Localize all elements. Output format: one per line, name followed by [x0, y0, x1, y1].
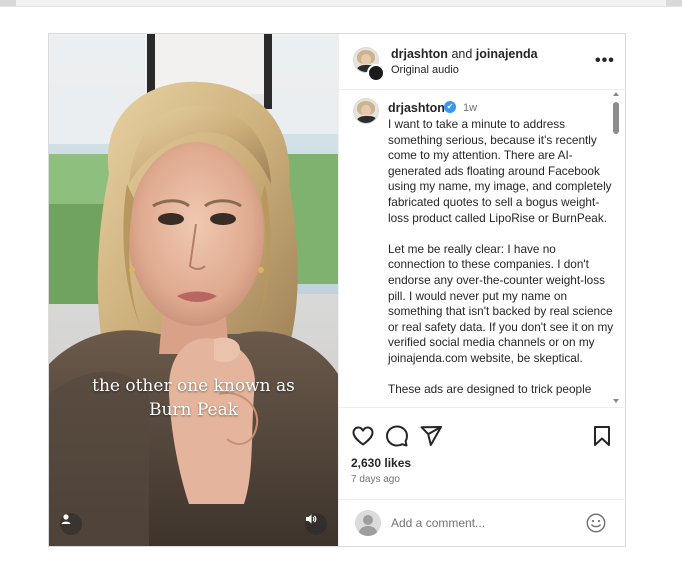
top-left-control[interactable] — [0, 0, 16, 6]
comments-scrollbar[interactable] — [610, 90, 622, 405]
original-audio-link[interactable]: Original audio — [391, 64, 459, 76]
tagged-people-button[interactable] — [60, 513, 82, 535]
more-options-button[interactable]: ••• — [595, 52, 615, 70]
comment-author-avatar[interactable] — [353, 98, 379, 124]
verified-icon: ✔ — [444, 101, 456, 113]
authors-connector: and — [451, 47, 473, 61]
collaborator-link[interactable]: joinajenda — [476, 47, 538, 61]
post-side-panel: drjashton and joinajenda Original audio … — [338, 34, 626, 546]
share-icon[interactable] — [419, 424, 443, 448]
video-frame — [49, 34, 338, 546]
comments-area[interactable]: drjashton ✔ 1w I want to take a minute t… — [339, 90, 626, 405]
mute-toggle-button[interactable] — [305, 513, 327, 535]
author-link[interactable]: drjashton — [391, 47, 448, 61]
video-caption-line-1: the other one known as — [92, 376, 295, 396]
post-authors: drjashton and joinajenda — [391, 47, 538, 61]
post-header: drjashton and joinajenda Original audio … — [339, 34, 626, 90]
collaborator-avatar[interactable] — [367, 64, 385, 82]
comment-text: I want to take a minute to address somet… — [388, 117, 616, 405]
comment-username[interactable]: drjashton — [388, 101, 445, 115]
comment-paragraph: Let me be really clear: I have no connec… — [388, 241, 614, 365]
post-actions: 2,630 likes 7 days ago — [339, 407, 626, 488]
comment-time[interactable]: 1w — [463, 102, 477, 114]
comment-paragraph: These ads are designed to trick people — [388, 382, 592, 397]
video-caption-line-2: Burn Peak — [148, 400, 239, 420]
browser-top-strip — [0, 0, 682, 7]
post-video[interactable]: the other one known as Burn Peak — [49, 34, 338, 546]
person-icon — [61, 514, 71, 524]
heart-icon[interactable] — [351, 424, 375, 448]
top-right-control[interactable] — [666, 0, 682, 6]
add-comment-input[interactable]: Add a comment... — [391, 516, 485, 530]
comment-icon[interactable] — [385, 424, 409, 448]
post-dialog: the other one known as Burn Peak drjasht… — [48, 33, 626, 547]
post-date[interactable]: 7 days ago — [351, 474, 400, 485]
add-comment-bar: Add a comment... — [339, 499, 626, 547]
likes-count[interactable]: 2,630 likes — [351, 456, 411, 470]
bookmark-icon[interactable] — [590, 424, 614, 448]
more-icon: ••• — [595, 52, 615, 69]
scroll-thumb[interactable] — [613, 102, 619, 134]
emoji-icon[interactable] — [585, 512, 607, 534]
current-user-avatar — [355, 510, 381, 536]
scroll-down-arrow[interactable] — [613, 399, 619, 403]
volume-icon — [306, 514, 317, 524]
scroll-up-arrow[interactable] — [613, 92, 619, 96]
comment-paragraph: I want to take a minute to address somet… — [388, 117, 612, 225]
